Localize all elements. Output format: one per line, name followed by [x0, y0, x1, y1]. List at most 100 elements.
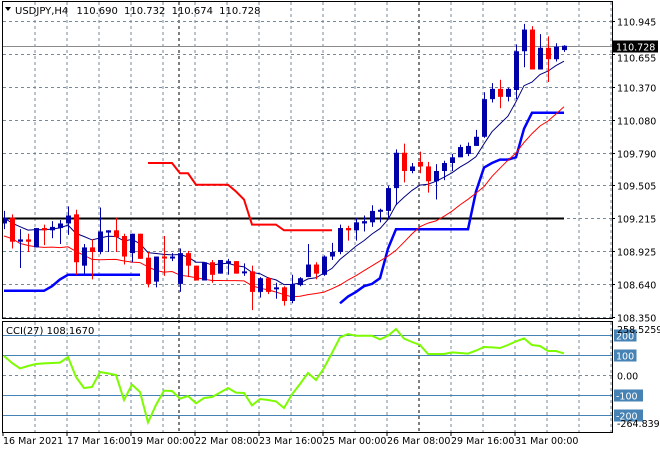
bear-candle — [314, 264, 319, 274]
bull-candle — [450, 157, 455, 164]
bull-candle — [18, 239, 23, 242]
bear-candle — [26, 239, 31, 242]
bear-candle — [418, 161, 423, 167]
bull-candle — [514, 51, 519, 91]
bear-candle — [266, 278, 271, 292]
bull-candle — [330, 251, 335, 257]
bear-candle — [122, 236, 127, 257]
bull-candle — [354, 222, 359, 231]
bull-candle — [474, 136, 479, 146]
bull-candle — [394, 152, 399, 189]
bull-candle — [466, 145, 471, 154]
price-tick-label: 110.370 — [617, 84, 656, 95]
bull-candle — [410, 166, 415, 171]
time-tick-label: 23 Mar 16:00 — [259, 436, 322, 447]
bull-candle — [378, 209, 383, 212]
bear-candle — [162, 256, 167, 259]
bull-candle — [106, 230, 111, 233]
cci-label: CCI(27) 108.1670 — [6, 326, 94, 337]
slow-ma-line — [3, 106, 565, 298]
price-tick-label: 110.655 — [617, 54, 656, 65]
bull-candle — [538, 47, 543, 70]
bear-candle — [186, 253, 191, 266]
time-tick-label: 16 Mar 2021 — [3, 436, 63, 447]
price-tick-label: 108.350 — [617, 314, 656, 325]
bull-candle — [226, 261, 231, 264]
bull-candle — [290, 283, 295, 302]
bull-candle — [298, 278, 303, 286]
bull-candle — [258, 278, 263, 292]
bear-candle — [194, 265, 199, 281]
channel-high-line — [148, 162, 332, 232]
cci-level-label: 0.00 — [617, 372, 638, 383]
close-value: 110.728 — [219, 6, 260, 17]
bull-candle — [98, 231, 103, 252]
time-tick-label: 31 Mar 00:00 — [515, 436, 578, 447]
bull-candle — [322, 256, 327, 275]
channel-low-line — [4, 273, 140, 293]
time-tick-label: 22 Mar 08:00 — [195, 436, 258, 447]
cci-levels — [3, 335, 612, 416]
bull-candle — [554, 46, 559, 60]
bull-candle — [130, 233, 135, 254]
bull-candle — [154, 256, 159, 282]
price-tick-label: 108.925 — [617, 248, 656, 259]
bear-candle — [546, 47, 551, 60]
bull-candle — [178, 253, 183, 284]
price-tick-label: 108.640 — [617, 281, 656, 292]
bear-candle — [402, 152, 407, 171]
bull-candle — [170, 256, 175, 259]
bear-candle — [346, 228, 351, 231]
bear-candle — [530, 29, 535, 70]
bull-candle — [218, 259, 223, 274]
chart-header: USDJPY,H4 110.690 110.732 110.674 110.72… — [15, 6, 260, 17]
bull-candle — [242, 271, 247, 274]
price-tick-label: 110.945 — [617, 18, 656, 29]
symbol: USDJPY,H4 — [15, 6, 68, 17]
chart-marks — [2, 23, 612, 426]
high-value: 110.732 — [124, 6, 165, 17]
open-value: 110.690 — [76, 6, 117, 17]
bull-candle — [458, 147, 463, 158]
bull-candle — [50, 226, 55, 231]
channel-low-line — [339, 111, 564, 305]
cci-min-label: -264.8393 — [617, 419, 660, 430]
bull-candle — [482, 99, 487, 137]
time-tick-label: 17 Mar 16:00 — [67, 436, 130, 447]
bear-candle — [426, 166, 431, 182]
cci-max-label: 258.5259 — [617, 325, 660, 336]
bear-candle — [10, 217, 15, 242]
bull-candle — [82, 247, 87, 266]
bull-candle — [362, 221, 367, 224]
bear-candle — [282, 287, 287, 302]
bull-candle — [522, 29, 527, 52]
cci-level-label: 100 — [616, 352, 634, 363]
grid — [3, 2, 612, 432]
price-tick-label: 109.215 — [617, 215, 656, 226]
bear-candle — [42, 228, 47, 231]
bull-candle — [506, 88, 511, 97]
bull-candle — [274, 287, 279, 290]
bull-candle — [338, 228, 343, 252]
bull-candle — [58, 223, 63, 229]
time-tick-label: 25 Mar 00:00 — [323, 436, 386, 447]
bull-candle — [306, 264, 311, 278]
bull-candle — [490, 88, 495, 100]
bear-candle — [250, 271, 255, 292]
bull-candle — [34, 228, 39, 248]
time-tick-label: 29 Mar 16:00 — [451, 436, 514, 447]
current-price-label: 110.728 — [616, 43, 655, 54]
bear-candle — [210, 262, 215, 275]
bear-candle — [90, 247, 95, 252]
bull-candle — [442, 163, 447, 171]
bull-candle — [370, 210, 375, 223]
bear-candle — [138, 233, 143, 259]
bull-candle — [386, 188, 391, 211]
low-value: 110.674 — [172, 6, 213, 17]
bull-candle — [66, 215, 71, 224]
bear-candle — [498, 88, 503, 97]
bear-candle — [114, 230, 119, 238]
bear-candle — [234, 261, 239, 274]
triangle-down-icon[interactable] — [5, 7, 11, 11]
chart-canvas[interactable]: 110.945 110.655 110.370 110.080 109.790 109.5… — [0, 0, 660, 450]
